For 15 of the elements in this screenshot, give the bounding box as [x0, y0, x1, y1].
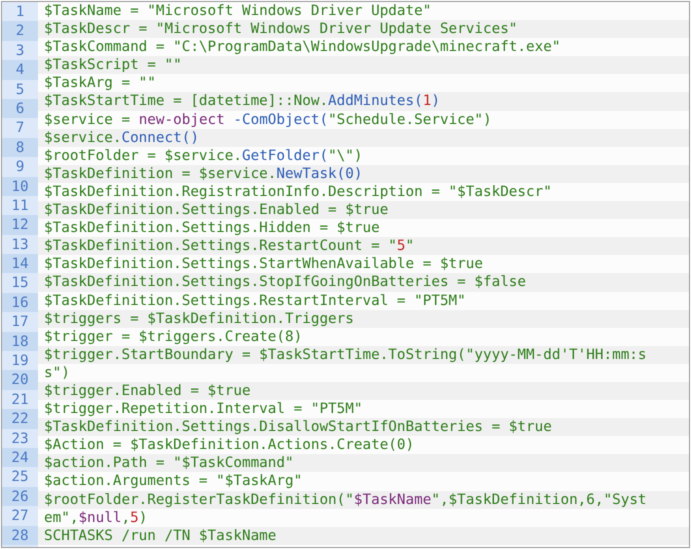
line-number: 26 — [2, 486, 38, 506]
line-number: 24 — [2, 448, 38, 468]
line-number: 22 — [2, 409, 38, 429]
line-number: 10 — [2, 176, 38, 196]
line-number: 20 — [2, 370, 38, 390]
line-number: 14 — [2, 254, 38, 274]
line-number: 4 — [2, 60, 38, 80]
line-number: 19 — [2, 351, 38, 370]
line-number: 18 — [2, 332, 38, 352]
line-number: 16 — [2, 292, 38, 312]
line-number: 12 — [2, 215, 38, 235]
line-number: 2 — [2, 21, 38, 41]
line-number: 6 — [2, 98, 38, 118]
line-number: 8 — [2, 138, 38, 158]
line-number: 28 — [2, 526, 38, 545]
